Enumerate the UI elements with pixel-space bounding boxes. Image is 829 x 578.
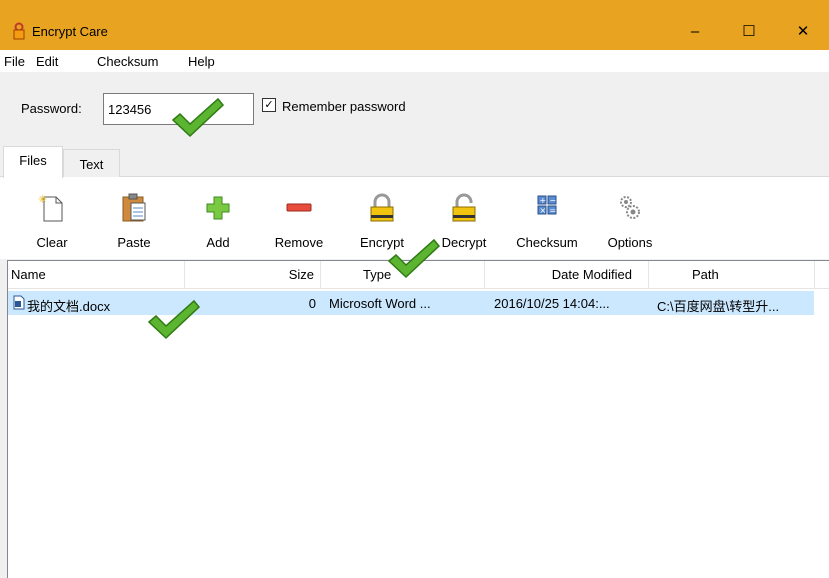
remove-label: Remove bbox=[274, 235, 324, 250]
svg-text:✳: ✳ bbox=[38, 193, 47, 206]
add-button[interactable]: Add bbox=[183, 193, 253, 255]
svg-text:=: = bbox=[550, 206, 557, 215]
window-title: Encrypt Care bbox=[32, 24, 108, 39]
svg-text:−: − bbox=[550, 196, 557, 205]
gears-icon bbox=[620, 196, 640, 219]
clear-label: Clear bbox=[36, 235, 68, 250]
column-header-size[interactable]: Size bbox=[185, 261, 321, 288]
green-checkmark-icon bbox=[171, 97, 225, 138]
menu-checksum[interactable]: Checksum bbox=[97, 54, 158, 69]
table-row[interactable]: 我的文档.docx 0 Microsoft Word ... 2016/10/2… bbox=[8, 291, 814, 315]
close-button[interactable]: ✕ bbox=[780, 14, 826, 48]
file-type: Microsoft Word ... bbox=[329, 296, 431, 311]
padlock-closed-icon bbox=[370, 193, 394, 222]
title-bar: Encrypt Care – ☐ ✕ bbox=[0, 0, 829, 50]
plus-icon bbox=[206, 196, 230, 220]
paste-button[interactable]: Paste bbox=[99, 193, 169, 255]
word-document-icon bbox=[13, 295, 25, 310]
minus-icon bbox=[286, 203, 312, 212]
clipboard-icon bbox=[122, 193, 146, 222]
column-header-path[interactable]: Path bbox=[649, 261, 815, 288]
file-list[interactable]: Name Size Type Date Modified Path 我的文档.d… bbox=[7, 260, 829, 578]
tab-text[interactable]: Text bbox=[63, 149, 120, 177]
svg-text:+: + bbox=[540, 196, 547, 205]
menu-help[interactable]: Help bbox=[188, 54, 215, 69]
password-label: Password: bbox=[21, 101, 82, 116]
calculator-icon: + − × = bbox=[537, 195, 557, 215]
menu-file[interactable]: File bbox=[4, 54, 25, 69]
options-button[interactable]: Options bbox=[595, 193, 665, 255]
file-name: 我的文档.docx bbox=[27, 299, 111, 314]
padlock-open-icon bbox=[452, 193, 476, 222]
column-header-name[interactable]: Name bbox=[8, 261, 185, 288]
minimize-button[interactable]: – bbox=[672, 14, 718, 48]
add-label: Add bbox=[206, 235, 230, 250]
file-path: C:\百度网盘\转型升... bbox=[657, 299, 780, 314]
maximize-button[interactable]: ☐ bbox=[726, 14, 772, 48]
file-size: 0 bbox=[308, 296, 316, 311]
remove-button[interactable]: Remove bbox=[264, 193, 334, 255]
list-header-divider bbox=[8, 288, 829, 289]
green-checkmark-icon bbox=[147, 299, 201, 340]
checksum-label: Checksum bbox=[516, 235, 578, 250]
svg-text:×: × bbox=[540, 206, 547, 215]
column-header-date-modified[interactable]: Date Modified bbox=[485, 261, 649, 288]
green-checkmark-icon bbox=[387, 238, 441, 279]
clear-button[interactable]: ✳ Clear bbox=[17, 193, 87, 255]
app-lock-icon bbox=[13, 22, 25, 40]
menu-bar: File Edit Checksum Help bbox=[0, 50, 829, 72]
remember-password-checkbox[interactable]: ✓ bbox=[262, 98, 276, 112]
paste-label: Paste bbox=[117, 235, 151, 250]
password-panel: Password: bbox=[0, 72, 829, 142]
options-label: Options bbox=[607, 235, 653, 250]
remember-password-label[interactable]: Remember password bbox=[282, 99, 406, 114]
tab-files[interactable]: Files bbox=[3, 146, 63, 178]
menu-edit[interactable]: Edit bbox=[36, 54, 58, 69]
file-date-modified: 2016/10/25 14:04:... bbox=[494, 296, 610, 311]
new-document-icon: ✳ bbox=[38, 193, 63, 222]
checksum-button[interactable]: + − × = Checksum bbox=[512, 193, 582, 255]
